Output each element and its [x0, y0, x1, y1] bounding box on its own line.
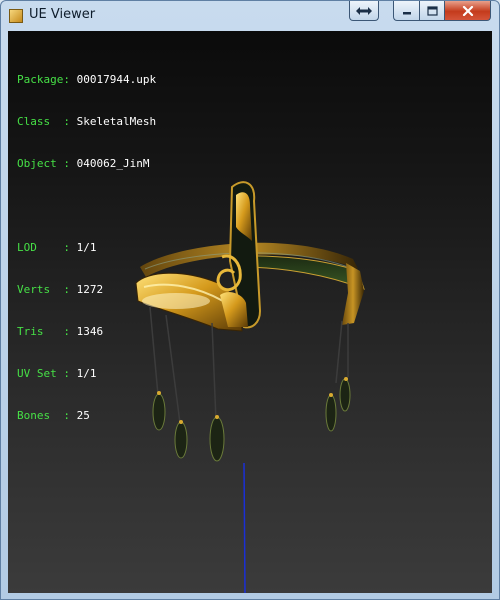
maximize-icon [426, 5, 438, 16]
lod-value: 1/1 [76, 241, 97, 254]
mesh-info-panel: Package: 00017944.upk Class : SkeletalMe… [17, 45, 156, 451]
maximize-button[interactable] [419, 1, 445, 21]
verts-value: 1272 [76, 283, 104, 296]
package-value: 00017944.upk [76, 73, 157, 86]
verts-label: Verts : [17, 283, 70, 296]
window-title: UE Viewer [29, 7, 96, 22]
minimize-button[interactable] [393, 1, 419, 21]
title-bar[interactable]: UE Viewer [1, 1, 499, 31]
swap-button[interactable] [349, 1, 379, 21]
object-label: Object : [17, 157, 70, 170]
bones-value: 25 [76, 409, 90, 422]
app-icon [9, 9, 23, 23]
class-value: SkeletalMesh [76, 115, 157, 128]
package-label: Package: [17, 73, 70, 86]
3d-viewport[interactable]: Package: 00017944.upk Class : SkeletalMe… [8, 31, 492, 593]
uvset-label: UV Set : [17, 367, 70, 380]
class-label: Class : [17, 115, 70, 128]
double-arrow-icon [356, 6, 372, 15]
tris-value: 1346 [76, 325, 104, 338]
lod-label: LOD : [17, 241, 70, 254]
close-button[interactable] [445, 1, 491, 21]
hanging-tassels [149, 306, 351, 462]
uvset-value: 1/1 [76, 367, 97, 380]
app-window: UE Viewer Package: 00017944.upk Class: … [0, 0, 500, 600]
tris-label: Tris : [17, 325, 70, 338]
bones-label: Bones : [17, 409, 70, 422]
axis-line [243, 462, 246, 593]
minimize-icon [402, 11, 411, 14]
close-icon [462, 5, 473, 16]
object-value: 040062_JinM [76, 157, 150, 170]
